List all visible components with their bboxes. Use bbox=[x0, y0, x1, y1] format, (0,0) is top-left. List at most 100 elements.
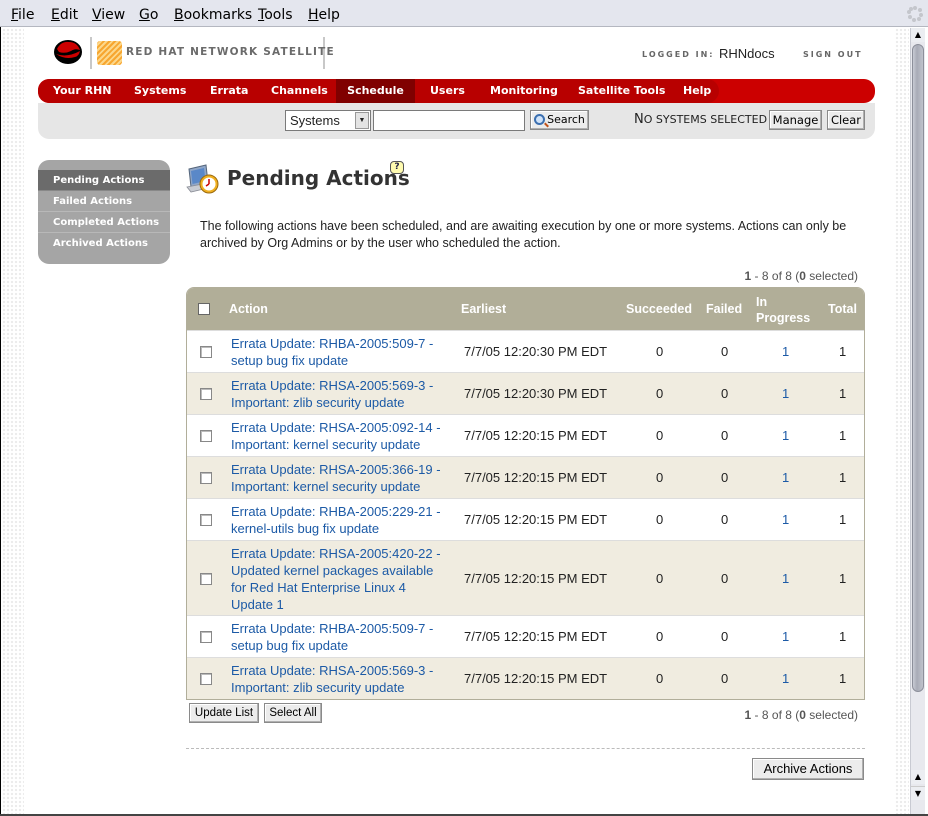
action-link[interactable]: Errata Update: RHSA-2005:569-3 - Importan… bbox=[231, 377, 446, 411]
nav-users[interactable]: Users bbox=[430, 79, 465, 103]
scroll-up-arrow-icon[interactable]: ▲ bbox=[911, 770, 925, 784]
chevron-down-icon[interactable]: ▼ bbox=[355, 112, 369, 129]
scrollbar-thumb[interactable] bbox=[912, 44, 924, 692]
menu-view[interactable]: View bbox=[92, 7, 125, 23]
col-succeeded: Succeeded bbox=[626, 302, 693, 316]
failed-count: 0 bbox=[721, 386, 729, 401]
nav-channels[interactable]: Channels bbox=[271, 79, 328, 103]
col-action[interactable]: Action bbox=[229, 302, 268, 316]
action-link-line[interactable]: Important: zlib security update bbox=[231, 679, 446, 696]
action-link-line[interactable]: Important: kernel security update bbox=[231, 478, 446, 495]
action-link-line[interactable]: Errata Update: RHSA-2005:366-19 - bbox=[231, 461, 446, 478]
select-all-button[interactable]: Select All bbox=[264, 703, 322, 723]
total-count: 1 bbox=[839, 470, 847, 485]
in-progress-link[interactable]: 1 bbox=[782, 571, 789, 586]
in-progress-link[interactable]: 1 bbox=[782, 671, 789, 686]
page-dots-right bbox=[895, 28, 909, 814]
menu-bookmarks[interactable]: Bookmarks bbox=[174, 7, 252, 23]
sign-out-link[interactable]: SIGN OUT bbox=[803, 50, 863, 59]
nav-schedule[interactable]: Schedule bbox=[336, 79, 415, 103]
action-link-line[interactable]: Errata Update: RHSA-2005:092-14 - bbox=[231, 419, 446, 436]
help-icon[interactable]: ? bbox=[390, 161, 404, 174]
scroll-up-arrow-icon[interactable]: ▲ bbox=[911, 28, 925, 42]
in-progress-link[interactable]: 1 bbox=[782, 344, 789, 359]
menu-edit[interactable]: Edit bbox=[51, 7, 78, 23]
nav-systems[interactable]: Systems bbox=[134, 79, 186, 103]
table-row: Errata Update: RHSA-2005:569-3 - Importan… bbox=[187, 372, 864, 414]
username-link[interactable]: RHNdocs bbox=[719, 46, 775, 61]
succeeded-count: 0 bbox=[656, 386, 664, 401]
action-link-line[interactable]: Updated kernel packages available bbox=[231, 562, 446, 579]
search-scope-select[interactable]: Systems ▼ bbox=[285, 110, 371, 131]
vertical-scrollbar[interactable]: ▲ ▲ ▼ bbox=[910, 28, 925, 814]
action-link-line[interactable]: Errata Update: RHSA-2005:569-3 - bbox=[231, 662, 446, 679]
table-row: Errata Update: RHSA-2005:366-19 - Importa… bbox=[187, 456, 864, 498]
scroll-down-arrow-icon[interactable]: ▼ bbox=[911, 786, 925, 800]
nav-your-rhn[interactable]: Your RHN bbox=[53, 79, 111, 103]
action-link-line[interactable]: Errata Update: RHSA-2005:420-22 - bbox=[231, 545, 446, 562]
status-initial: N bbox=[634, 112, 644, 127]
nav-monitoring[interactable]: Monitoring bbox=[490, 79, 558, 103]
nav-help[interactable]: Help bbox=[683, 79, 711, 103]
action-link-line[interactable]: Errata Update: RHBA-2005:509-7 - bbox=[231, 620, 446, 637]
action-link[interactable]: Errata Update: RHBA-2005:229-21 - kernel-… bbox=[231, 503, 446, 537]
menu-tools[interactable]: Tools bbox=[258, 7, 293, 23]
nav-errata[interactable]: Errata bbox=[210, 79, 248, 103]
action-link[interactable]: Errata Update: RHBA-2005:509-7 - setup bu… bbox=[231, 335, 446, 369]
row-checkbox[interactable] bbox=[200, 430, 212, 442]
clear-button[interactable]: Clear bbox=[827, 110, 865, 130]
row-checkbox[interactable] bbox=[200, 472, 212, 484]
sidebar-item-failed-actions[interactable]: Failed Actions bbox=[38, 191, 170, 212]
col-in-progress: In Progress bbox=[756, 295, 811, 325]
in-progress-link[interactable]: 1 bbox=[782, 386, 789, 401]
select-all-checkbox[interactable] bbox=[198, 303, 210, 315]
row-checkbox[interactable] bbox=[200, 388, 212, 400]
menu-go[interactable]: Go bbox=[139, 7, 158, 23]
action-link[interactable]: Errata Update: RHSA-2005:420-22 - Updated… bbox=[231, 545, 446, 613]
earliest-time: 7/7/05 12:20:30 PM EDT bbox=[464, 386, 608, 401]
menu-help[interactable]: Help bbox=[308, 7, 340, 23]
redhat-logo-icon[interactable] bbox=[53, 39, 83, 65]
action-link[interactable]: Errata Update: RHBA-2005:509-7 - setup bu… bbox=[231, 620, 446, 654]
sidebar-item-pending-actions[interactable]: Pending Actions bbox=[38, 170, 170, 191]
in-progress-link[interactable]: 1 bbox=[782, 428, 789, 443]
update-list-button[interactable]: Update List bbox=[189, 703, 259, 723]
nav-satellite-tools[interactable]: Satellite Tools bbox=[578, 79, 665, 103]
in-progress-link[interactable]: 1 bbox=[782, 629, 789, 644]
action-link-line[interactable]: for Red Hat Enterprise Linux 4 bbox=[231, 579, 446, 596]
pager-bottom: 1 - 8 of 8 (0 selected) bbox=[744, 708, 858, 722]
table-header: Action Earliest Succeeded Failed In Progr… bbox=[187, 288, 864, 330]
col-earliest[interactable]: Earliest bbox=[461, 302, 506, 316]
row-checkbox[interactable] bbox=[200, 572, 212, 585]
row-checkbox[interactable] bbox=[200, 631, 212, 643]
sidebar-item-archived-actions[interactable]: Archived Actions bbox=[38, 233, 170, 254]
col-total: Total bbox=[828, 302, 857, 316]
action-link-line[interactable]: setup bug fix update bbox=[231, 352, 446, 369]
succeeded-count: 0 bbox=[656, 344, 664, 359]
action-link-line[interactable]: Update 1 bbox=[231, 596, 446, 613]
action-link-line[interactable]: Errata Update: RHBA-2005:509-7 - bbox=[231, 335, 446, 352]
action-link-line[interactable]: kernel-utils bug fix update bbox=[231, 520, 446, 537]
action-link[interactable]: Errata Update: RHSA-2005:366-19 - Importa… bbox=[231, 461, 446, 495]
archive-actions-button[interactable]: Archive Actions bbox=[752, 758, 864, 780]
manage-button[interactable]: Manage bbox=[769, 110, 822, 130]
in-progress-link[interactable]: 1 bbox=[782, 470, 789, 485]
row-checkbox[interactable] bbox=[200, 673, 212, 685]
page-dots-left bbox=[2, 28, 24, 814]
action-link-line[interactable]: Important: kernel security update bbox=[231, 436, 446, 453]
action-link[interactable]: Errata Update: RHSA-2005:092-14 - Importa… bbox=[231, 419, 446, 453]
in-progress-link[interactable]: 1 bbox=[782, 512, 789, 527]
sidebar-item-completed-actions[interactable]: Completed Actions bbox=[38, 212, 170, 233]
action-link-line[interactable]: setup bug fix update bbox=[231, 637, 446, 654]
search-input[interactable] bbox=[373, 110, 525, 131]
action-link[interactable]: Errata Update: RHSA-2005:569-3 - Importan… bbox=[231, 662, 446, 696]
succeeded-count: 0 bbox=[656, 671, 664, 686]
row-checkbox[interactable] bbox=[200, 514, 212, 526]
search-button[interactable]: Search bbox=[530, 110, 589, 130]
menu-file[interactable]: File bbox=[11, 7, 34, 23]
action-link-line[interactable]: Errata Update: RHBA-2005:229-21 - bbox=[231, 503, 446, 520]
action-link-line[interactable]: Important: zlib security update bbox=[231, 394, 446, 411]
throbber-icon bbox=[907, 6, 923, 22]
row-checkbox[interactable] bbox=[200, 346, 212, 358]
action-link-line[interactable]: Errata Update: RHSA-2005:569-3 - bbox=[231, 377, 446, 394]
